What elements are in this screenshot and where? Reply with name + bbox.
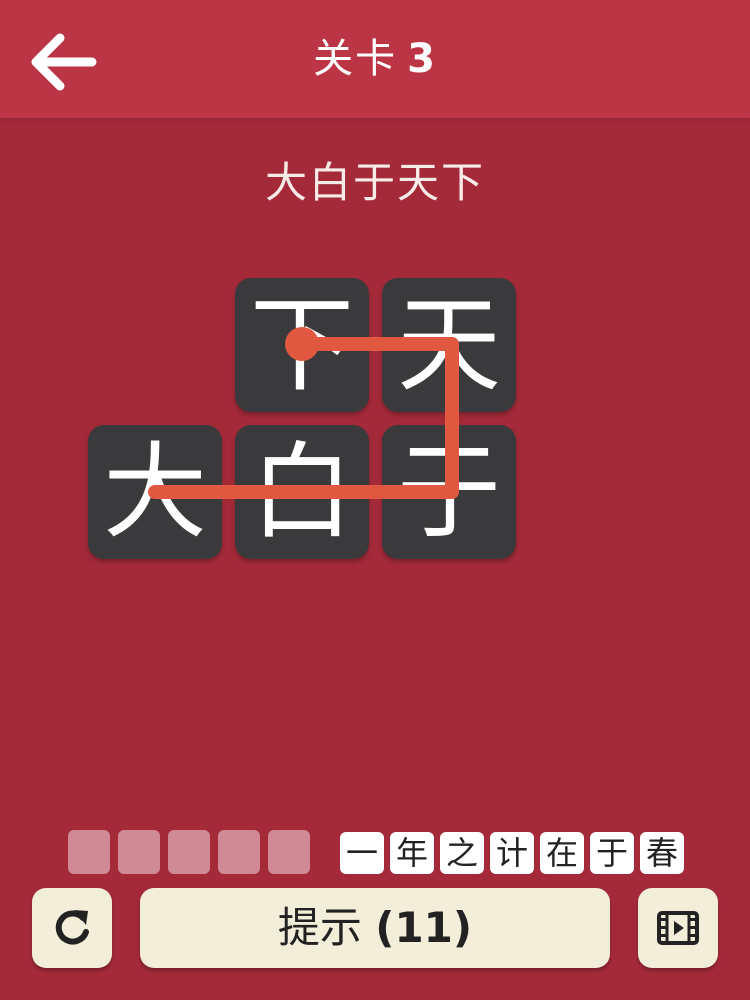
video-button[interactable] — [638, 888, 718, 968]
video-film-icon — [657, 911, 699, 945]
refresh-icon — [55, 910, 89, 945]
level-title: 关卡 3 — [0, 0, 750, 118]
phrase-char: 于 — [590, 832, 634, 874]
phrase-char: 春 — [640, 832, 684, 874]
tile-da[interactable]: 大 — [88, 425, 222, 559]
tile-yu[interactable]: 于 — [382, 425, 516, 559]
target-word: 大白于天下 — [264, 158, 485, 207]
hint-label: 提示 — [277, 903, 362, 952]
back-button[interactable] — [22, 22, 102, 102]
phrase-char: 计 — [490, 832, 534, 874]
tile-tian[interactable]: 天 — [382, 278, 516, 412]
header-bar: 关卡 3 — [0, 0, 750, 118]
tile-xia[interactable]: 下 — [235, 278, 369, 412]
answer-slot — [268, 830, 310, 874]
tile-bai[interactable]: 白 — [235, 425, 369, 559]
refresh-button[interactable] — [32, 888, 112, 968]
level-number: 3 — [407, 36, 437, 82]
phrase-char: 之 — [440, 832, 484, 874]
arrow-left-icon — [31, 33, 97, 91]
phrase-char: 在 — [540, 832, 584, 874]
hint-count: (11) — [375, 903, 473, 952]
phrase-char: 一 — [340, 832, 384, 874]
answer-slot — [118, 830, 160, 874]
answer-slot — [218, 830, 260, 874]
answer-slot — [168, 830, 210, 874]
phrase-char: 年 — [390, 832, 434, 874]
answer-slot — [68, 830, 110, 874]
level-label: 关卡 — [313, 36, 398, 82]
hint-button[interactable]: 提示 (11) — [140, 888, 610, 968]
